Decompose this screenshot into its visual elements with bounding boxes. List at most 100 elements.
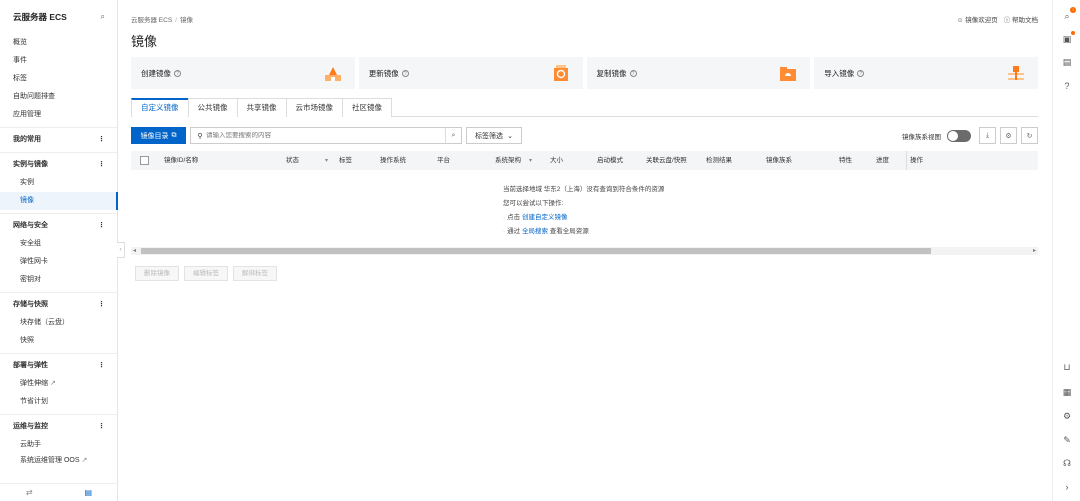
tab-custom-images[interactable]: 自定义镜像 (131, 98, 189, 117)
gift-icon[interactable]: ▣ (1061, 31, 1075, 45)
settings-icon[interactable]: ⚙ (1061, 410, 1073, 422)
sidebar-group-label: 运维与监控 (13, 423, 48, 430)
select-all-checkbox[interactable] (140, 156, 149, 165)
refresh-icon[interactable]: ↻ (1021, 127, 1038, 144)
tag-filter-label: 标签筛选 (475, 132, 504, 140)
sidebar-group-storage[interactable]: 存储与快照 ⋮ (0, 296, 117, 314)
chevron-right-icon[interactable]: › (1061, 481, 1073, 493)
welcome-link-label: 镜像欢迎页 (965, 17, 998, 24)
copy-image-illustration-icon (780, 67, 797, 81)
sidebar-item-keypairs[interactable]: 密钥对 (0, 271, 117, 289)
gear-icon[interactable]: ⚙ (1000, 127, 1017, 144)
family-view-toggle[interactable] (947, 129, 971, 142)
sidebar-item-app-management[interactable]: 应用管理 (0, 106, 117, 124)
notification-dot (1071, 31, 1075, 35)
sidebar-group-instances-images[interactable]: 实例与镜像 ⋮ (0, 156, 117, 174)
more-icon[interactable]: ⋮ (98, 418, 105, 436)
breadcrumb-root[interactable]: 云服务器 ECS (131, 17, 172, 24)
toolbar: 镜像目录⧉ ⚲ ⌕ 标签筛选⌄ 镜像族系视图 ⤓ ⚙ ↻ (131, 127, 1038, 145)
sidebar-item-troubleshoot[interactable]: 自助问题排查 (0, 88, 117, 106)
divider (0, 414, 117, 415)
divider (0, 213, 117, 214)
edit-tags-button[interactable]: 编辑标签 (184, 266, 228, 281)
search-icon[interactable]: ⌕! (1061, 7, 1076, 22)
empty-message: 当前选择地域 华东2（上海）没有查询到符合条件的资源 (503, 186, 665, 193)
sidebar-item-eni[interactable]: 弹性网卡 (0, 253, 117, 271)
bullet: · (503, 214, 506, 221)
help-link-label: 帮助文档 (1012, 17, 1038, 24)
help-icon[interactable]: ? (629, 69, 637, 77)
headset-icon[interactable]: ☊ (1061, 457, 1073, 469)
panel-icon[interactable]: ▤ (84, 488, 92, 497)
sidebar-item-instances[interactable]: 实例 (0, 174, 117, 192)
delete-image-button[interactable]: 删除镜像 (135, 266, 179, 281)
column-header: 镜像ID/名称 (164, 157, 199, 164)
divider (0, 292, 117, 293)
more-icon[interactable]: ⋮ (98, 296, 105, 314)
sidebar-item-block-storage[interactable]: 块存储（云盘） (0, 314, 117, 332)
sidebar-group-deploy[interactable]: 部署与弹性 ⋮ (0, 357, 117, 375)
toolbar-right: 镜像族系视图 ⤓ ⚙ ↻ (902, 127, 1038, 144)
card-label: 导入镜像 (824, 68, 855, 78)
edit-icon[interactable]: ✎ (1061, 434, 1073, 446)
help-icon[interactable]: ? (174, 69, 181, 77)
table-header: 镜像ID/名称 状态 ▾ 标签 操作系统 平台 系统架构 ▾ 大小 启动模式 关联云… (131, 151, 1038, 170)
scroll-left-icon[interactable]: ◂ (133, 247, 136, 255)
sidebar-item-images[interactable]: 镜像 (0, 192, 118, 210)
more-icon[interactable]: ⋮ (98, 156, 105, 174)
scrollbar-thumb[interactable] (141, 248, 931, 254)
calculator-icon[interactable]: ▦ (1061, 386, 1073, 398)
sidebar-item-events[interactable]: 事件 (0, 52, 117, 70)
image-catalog-button[interactable]: 镜像目录 ⧉ (131, 127, 186, 144)
right-rail: ⌕! ▣ ▤ ? ⊔ ▦ ⚙ ✎ ☊ › (1052, 0, 1080, 501)
sidebar-item-autoscaling[interactable]: 弹性伸缩 ↗ (0, 375, 117, 393)
more-icon[interactable]: ⋮ (98, 357, 105, 375)
column-header-label: 系统架构 (495, 157, 521, 164)
tab-marketplace-images[interactable]: 云市场镜像 (285, 98, 343, 117)
help-link[interactable]: ⓘ 帮助文档 (1004, 14, 1038, 24)
sidebar-group-ops[interactable]: 运维与监控 ⋮ (0, 418, 117, 436)
column-header: 关联云盘/快照 (646, 157, 687, 164)
sidebar-item-snapshots[interactable]: 快照 (0, 332, 117, 350)
create-custom-image-link[interactable]: 创建自定义镜像 (522, 214, 568, 221)
sidebar-item-savings-plan[interactable]: 节省计划 (0, 393, 117, 411)
scroll-right-icon[interactable]: ▸ (1033, 247, 1036, 255)
tag-filter-dropdown[interactable]: 标签筛选 ⌄ (466, 127, 522, 144)
tab-community-images[interactable]: 社区镜像 (342, 98, 392, 117)
cart-icon[interactable]: ⊔ (1061, 361, 1073, 373)
search-input[interactable] (206, 132, 445, 139)
download-icon[interactable]: ⤓ (979, 127, 996, 144)
help-icon[interactable]: ? (857, 69, 865, 77)
sidebar-group-network-security[interactable]: 网络与安全 ⋮ (0, 217, 117, 235)
swap-icon[interactable]: ⇄ (26, 488, 33, 497)
card-copy-image[interactable]: 复制镜像? (586, 57, 811, 89)
sidebar-item-label: 系统运维管理 OOS (20, 457, 80, 464)
horizontal-scrollbar[interactable]: ◂ ▸ (131, 247, 1038, 255)
card-update-image[interactable]: 更新镜像? (358, 57, 583, 89)
filter-icon[interactable]: ▾ (325, 158, 328, 164)
welcome-link[interactable]: ☺ 镜像欢迎页 (957, 14, 998, 24)
sidebar-search-icon[interactable]: ⌕ (101, 12, 105, 22)
card-create-image[interactable]: 创建镜像? (131, 57, 355, 89)
sidebar-item-overview[interactable]: 概览 (0, 34, 117, 52)
global-search-link[interactable]: 全局搜索 (522, 228, 548, 235)
sidebar-item-oos[interactable]: 系统运维管理 OOS ↗ (0, 454, 117, 464)
card-label: 创建镜像 (141, 68, 171, 78)
sidebar-group-favorites[interactable]: 我的常用 ⋮ (0, 131, 117, 149)
more-icon[interactable]: ⋮ (98, 217, 105, 235)
sidebar-item-security-groups[interactable]: 安全组 (0, 235, 117, 253)
help-icon[interactable]: ? (401, 69, 409, 77)
tab-public-images[interactable]: 公共镜像 (187, 98, 238, 117)
unbind-tags-button[interactable]: 解绑标签 (233, 266, 277, 281)
tab-shared-images[interactable]: 共享镜像 (236, 98, 287, 117)
search-icon[interactable]: ⌕ (445, 128, 461, 143)
sidebar-item-tags[interactable]: 标签 (0, 70, 117, 88)
help-icon[interactable]: ? (1061, 80, 1073, 92)
collapse-sidebar-icon[interactable]: ‹ (117, 242, 125, 258)
card-import-image[interactable]: 导入镜像? (814, 57, 1038, 89)
filter-icon[interactable]: ▾ (529, 158, 532, 164)
document-icon[interactable]: ▤ (1061, 56, 1073, 68)
sidebar-item-cloud-assistant[interactable]: 云助手 (0, 436, 117, 454)
more-icon[interactable]: ⋮ (98, 131, 105, 149)
empty-option-search: · 通过 全局搜索 查看全局资源 (503, 225, 664, 239)
